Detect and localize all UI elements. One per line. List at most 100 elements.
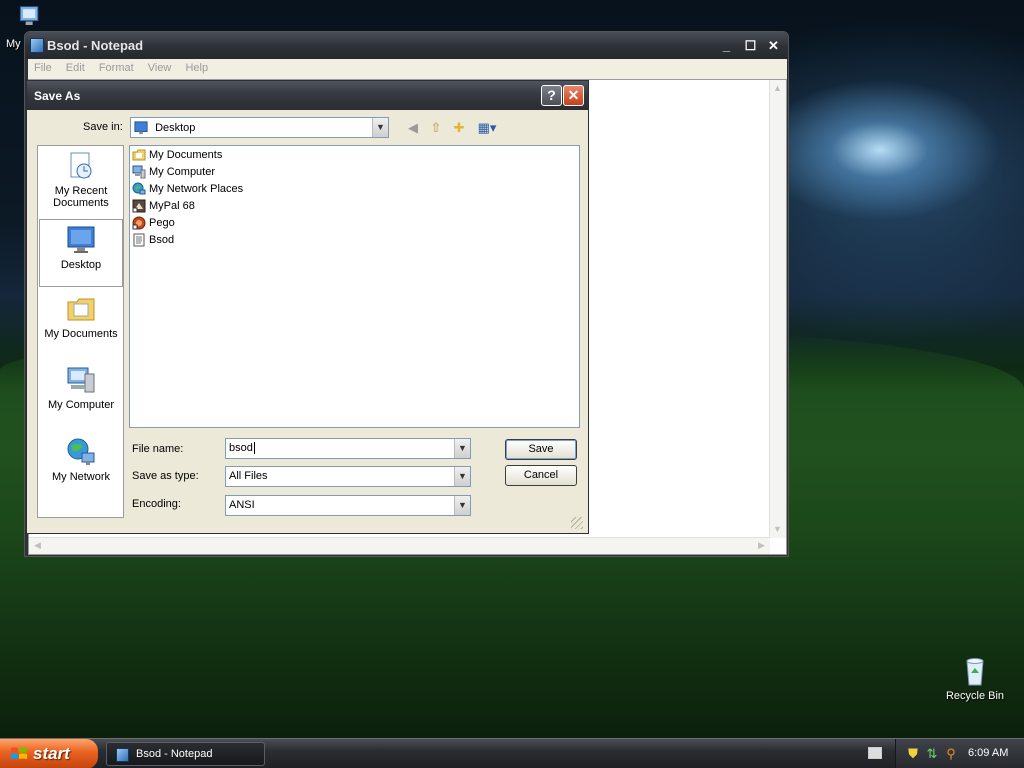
file-name-field[interactable]: bsod ▼ bbox=[225, 438, 471, 459]
file-list[interactable]: My Documents My Computer My Network Plac… bbox=[129, 145, 580, 428]
save-as-type-select[interactable]: All Files ▼ bbox=[225, 466, 471, 487]
help-button[interactable]: ? bbox=[541, 85, 562, 106]
list-item[interactable]: My Network Places bbox=[132, 182, 243, 199]
recent-documents-icon bbox=[70, 152, 92, 179]
file-name: My Network Places bbox=[149, 183, 244, 195]
list-item[interactable]: Bsod bbox=[132, 233, 174, 250]
minimize-icon[interactable]: _ bbox=[717, 37, 736, 55]
save-in-value: Desktop bbox=[134, 121, 195, 135]
close-icon[interactable]: ✕ bbox=[764, 37, 783, 55]
save-as-type-label: Save as type: bbox=[132, 470, 199, 482]
place-label: My Network bbox=[51, 471, 111, 483]
taskbar-button-notepad[interactable]: Bsod - Notepad bbox=[106, 742, 265, 766]
desktop-icon-label: Recycle Bin bbox=[945, 690, 1005, 702]
vertical-scrollbar[interactable]: ▲ ▼ bbox=[769, 80, 786, 538]
network-icon bbox=[67, 438, 95, 465]
encoding-value: ANSI bbox=[229, 499, 255, 511]
clock: 6:09 AM bbox=[968, 747, 1009, 759]
place-desktop[interactable]: Desktop bbox=[39, 219, 123, 287]
notepad-icon bbox=[116, 748, 129, 762]
places-bar: My Recent Documents Desktop My Documents bbox=[37, 145, 124, 518]
notepad-title: Bsod - Notepad bbox=[47, 38, 144, 53]
save-as-dialog: Save As ? ✕ Save in: Desktop ▼ ◀ ⇧ ✚ ▦▾ bbox=[26, 80, 589, 534]
chevron-down-icon[interactable]: ▼ bbox=[454, 496, 470, 515]
desktop-icon-label: My bbox=[6, 38, 21, 50]
file-name: MyPal 68 bbox=[149, 200, 195, 212]
encoding-select[interactable]: ANSI ▼ bbox=[225, 495, 471, 516]
file-name-label: File name: bbox=[132, 443, 184, 455]
app-icon bbox=[132, 216, 146, 230]
file-name: Bsod bbox=[149, 234, 175, 246]
windows-logo-icon bbox=[11, 747, 27, 759]
up-folder-icon[interactable]: ⇧ bbox=[427, 120, 445, 136]
shortcut-icon bbox=[132, 199, 146, 213]
save-button[interactable]: Save bbox=[505, 439, 577, 460]
encoding-label: Encoding: bbox=[132, 498, 181, 510]
my-documents-icon bbox=[19, 6, 39, 25]
notepad-icon bbox=[30, 38, 44, 53]
place-label: Desktop bbox=[60, 259, 102, 271]
system-tray: ⛊ ⇅ ⚲ 6:09 AM bbox=[895, 739, 1024, 768]
start-label: start bbox=[33, 744, 70, 763]
search-icon[interactable]: ⚲ bbox=[943, 746, 959, 762]
place-recent-documents[interactable]: My Recent Documents bbox=[39, 150, 123, 216]
view-menu-icon[interactable]: ▦▾ bbox=[475, 120, 499, 136]
file-name-text: bsod bbox=[229, 442, 253, 454]
cancel-button[interactable]: Cancel bbox=[505, 465, 577, 486]
file-name: My Documents bbox=[149, 149, 223, 161]
scroll-up-icon[interactable]: ▲ bbox=[770, 81, 785, 96]
file-name: Pego bbox=[149, 217, 175, 229]
place-label: My Computer bbox=[47, 399, 115, 411]
my-documents-icon bbox=[67, 298, 95, 321]
place-my-network[interactable]: My Network bbox=[39, 436, 123, 500]
keyboard-icon[interactable] bbox=[868, 747, 882, 759]
recycle-bin-icon bbox=[966, 658, 984, 686]
file-name-input-value: bsod bbox=[229, 442, 255, 454]
menu-view[interactable]: View bbox=[142, 59, 177, 74]
file-name: My Computer bbox=[149, 166, 216, 178]
dialog-close-button[interactable]: ✕ bbox=[563, 85, 584, 106]
desktop-icon-recycle-bin[interactable]: Recycle Bin bbox=[940, 655, 1010, 702]
my-computer-icon bbox=[67, 367, 95, 393]
chevron-down-icon[interactable]: ▼ bbox=[372, 118, 388, 137]
list-item[interactable]: My Computer bbox=[132, 165, 215, 182]
menu-help[interactable]: Help bbox=[179, 59, 213, 74]
start-button[interactable]: start bbox=[0, 739, 98, 768]
place-label: My Recent Documents bbox=[53, 185, 109, 209]
horizontal-scrollbar[interactable]: ◀ ▶ bbox=[29, 537, 770, 554]
desktop-icon bbox=[67, 226, 95, 253]
taskbar: start Bsod - Notepad ⛊ ⇅ ⚲ 6:09 AM bbox=[0, 738, 1024, 768]
text-file-icon bbox=[133, 233, 145, 247]
back-icon[interactable]: ◀ bbox=[404, 120, 422, 136]
dialog-body: Save in: Desktop ▼ ◀ ⇧ ✚ ▦▾ My Recent Do… bbox=[30, 110, 585, 531]
scroll-down-icon[interactable]: ▼ bbox=[770, 522, 785, 537]
desktop-icon bbox=[134, 121, 148, 135]
folder-icon bbox=[132, 149, 146, 161]
place-my-documents[interactable]: My Documents bbox=[39, 293, 123, 357]
scroll-right-icon[interactable]: ▶ bbox=[754, 538, 769, 553]
notepad-titlebar[interactable]: Bsod - Notepad _ ☐ ✕ bbox=[25, 32, 788, 59]
chevron-down-icon[interactable]: ▼ bbox=[454, 439, 470, 458]
chevron-down-icon[interactable]: ▼ bbox=[454, 467, 470, 486]
dialog-titlebar[interactable]: Save As ? ✕ bbox=[27, 81, 588, 110]
list-item[interactable]: My Documents bbox=[132, 148, 222, 165]
list-item[interactable]: MyPal 68 bbox=[132, 199, 195, 216]
security-shield-icon[interactable]: ⛊ bbox=[905, 746, 921, 762]
menu-file[interactable]: File bbox=[28, 59, 57, 74]
network-status-icon[interactable]: ⇅ bbox=[924, 746, 940, 762]
new-folder-icon[interactable]: ✚ bbox=[450, 120, 468, 136]
menu-format[interactable]: Format bbox=[93, 59, 139, 74]
network-places-icon bbox=[132, 182, 146, 195]
scroll-left-icon[interactable]: ◀ bbox=[30, 538, 45, 553]
place-my-computer[interactable]: My Computer bbox=[39, 364, 123, 428]
menu-edit[interactable]: Edit bbox=[60, 59, 90, 74]
resize-grip[interactable] bbox=[571, 517, 583, 529]
list-item[interactable]: Pego bbox=[132, 216, 175, 233]
save-in-combobox[interactable]: Desktop ▼ bbox=[130, 117, 389, 138]
maximize-icon[interactable]: ☐ bbox=[741, 37, 760, 55]
computer-icon bbox=[132, 165, 146, 179]
dialog-title: Save As bbox=[34, 89, 81, 103]
text-cursor bbox=[253, 442, 255, 454]
save-as-type-value: All Files bbox=[229, 470, 268, 482]
save-in-label: Save in: bbox=[83, 121, 123, 133]
